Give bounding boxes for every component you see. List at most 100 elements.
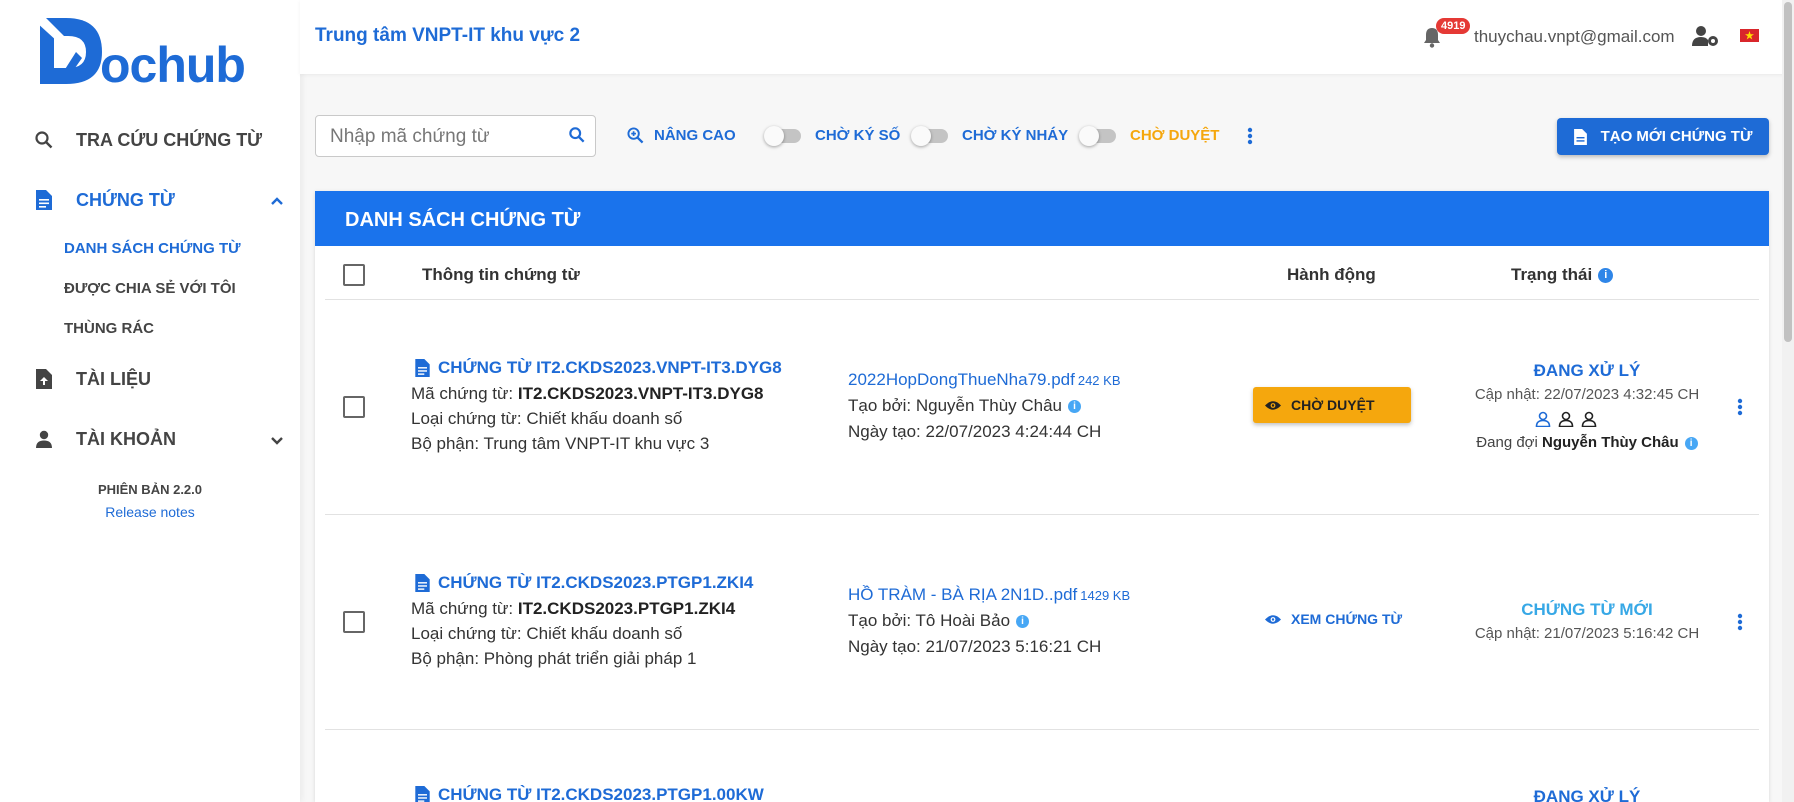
- document-code: Mã chứng từ: IT2.CKDS2023.VNPT-IT3.DYG8: [411, 384, 764, 404]
- column-header-info: Thông tin chứng từ: [422, 265, 580, 284]
- document-title: CHỨNG TỪ IT2.CKDS2023.VNPT-IT3.DYG8: [438, 358, 782, 377]
- document-title-link[interactable]: CHỨNG TỪ IT2.CKDS2023.PTGP1.ZKI4: [415, 573, 753, 593]
- document-type: Loại chứng từ: Chiết khấu doanh số: [411, 409, 683, 428]
- sidebar-subitem-thung-rac[interactable]: THÙNG RÁC: [64, 320, 154, 337]
- file-size: 1429 KB: [1080, 588, 1131, 603]
- created-by-text: Tạo bởi: Nguyễn Thùy Châu: [848, 396, 1063, 415]
- document-list-panel: DANH SÁCH CHỨNG TỪ Thông tin chứng từ Hà…: [315, 191, 1769, 802]
- updated-time: Cập nhật: 22/07/2023 4:32:45 CH: [1474, 386, 1700, 403]
- advanced-search-button[interactable]: NÂNG CAO: [627, 127, 736, 144]
- waiting-prefix: Đang đợi: [1476, 434, 1543, 451]
- search-input[interactable]: [330, 126, 550, 148]
- created-at: Ngày tạo: 22/07/2023 4:24:44 CH: [848, 422, 1102, 441]
- file-link[interactable]: 2022HopDongThueNha79.pdf 242 KB: [848, 370, 1121, 390]
- toggle-switch[interactable]: [1079, 125, 1116, 146]
- create-document-button[interactable]: TẠO MỚI CHỨNG TỪ: [1557, 118, 1769, 155]
- logo-text: ochub: [100, 37, 246, 93]
- waiting-for: Đang đợi Nguyễn Thùy Châu i: [1457, 434, 1717, 451]
- status-badge: CHỨNG TỪ MỚI: [1521, 600, 1653, 619]
- row-checkbox[interactable]: [343, 611, 365, 633]
- select-all-checkbox[interactable]: [343, 264, 365, 286]
- sidebar-item-tra-cuu[interactable]: TRA CỨU CHỨNG TỪ: [34, 125, 284, 155]
- document-department: Bộ phận: Trung tâm VNPT-IT khu vực 3: [411, 434, 710, 453]
- sidebar-subitem-chia-se[interactable]: ĐƯỢC CHIA SẺ VỚI TÔI: [64, 280, 236, 297]
- app-logo[interactable]: ochub: [36, 14, 246, 93]
- eye-icon: [1265, 400, 1281, 410]
- version-label: PHIÊN BẢN 2.2.0: [97, 482, 203, 497]
- file-name: 2022HopDongThueNha79.pdf: [848, 370, 1075, 389]
- waiting-name: Nguyễn Thùy Châu: [1542, 434, 1679, 451]
- divider: [325, 299, 1759, 300]
- scrollbar-thumb[interactable]: [1784, 2, 1792, 342]
- panel-title: DANH SÁCH CHỨNG TỪ: [315, 191, 1769, 246]
- column-header-status-label: Trạng thái: [1511, 265, 1593, 284]
- document-code-value: IT2.CKDS2023.PTGP1.ZKI4: [517, 599, 736, 618]
- notification-badge: 4919: [1436, 18, 1471, 34]
- info-icon[interactable]: i: [1068, 400, 1082, 414]
- sidebar-item-label: TRA CỨU CHỨNG TỪ: [76, 129, 263, 150]
- sidebar-item-tai-lieu[interactable]: TÀI LIỆU: [34, 364, 284, 394]
- row-checkbox[interactable]: [343, 396, 365, 418]
- row-menu-icon[interactable]: [1737, 398, 1743, 421]
- document-title-link[interactable]: CHỨNG TỪ IT2.CKDS2023.PTGP1.00KW: [415, 785, 764, 802]
- chevron-down-icon[interactable]: [270, 431, 284, 452]
- create-document-label: TẠO MỚI CHỨNG TỪ: [1600, 128, 1753, 145]
- user-outline-icon[interactable]: [1558, 411, 1574, 427]
- toggle-label: CHỜ DUYỆT: [1130, 127, 1220, 144]
- sidebar-item-tai-khoan[interactable]: TÀI KHOẢN: [34, 424, 284, 454]
- view-document-button[interactable]: XEM CHỨNG TỪ: [1265, 611, 1402, 627]
- updated-time: Cập nhật: 21/07/2023 5:16:42 CH: [1474, 625, 1700, 642]
- sidebar-item-label: CHỨNG TỪ: [76, 189, 175, 210]
- info-icon[interactable]: i: [1598, 267, 1614, 283]
- pending-approval-label: CHỜ DUYỆT: [1291, 397, 1375, 413]
- document-title: CHỨNG TỪ IT2.CKDS2023.PTGP1.00KW: [438, 785, 764, 802]
- release-notes-link[interactable]: Release notes: [0, 504, 300, 520]
- toggle-cho-duyet[interactable]: CHỜ DUYỆT: [1079, 125, 1220, 146]
- document-code-label: Mã chứng từ:: [411, 384, 518, 403]
- divider: [325, 514, 1759, 515]
- row-menu-icon[interactable]: [1737, 613, 1743, 636]
- zoom-in-icon: [627, 127, 644, 144]
- user-outline-icon-active[interactable]: [1535, 411, 1551, 427]
- sidebar-subitem-danh-sach[interactable]: DANH SÁCH CHỨNG TỪ: [64, 240, 241, 257]
- file-name: HỒ TRÀM - BÀ RỊA 2N1D..pdf: [848, 585, 1078, 604]
- page-title: Trung tâm VNPT-IT khu vực 2: [315, 25, 581, 46]
- toggle-label: CHỜ KÝ NHÁY: [962, 127, 1069, 144]
- column-header-action: Hành động: [1287, 265, 1376, 284]
- toggle-label: CHỜ KÝ SỐ: [815, 127, 901, 144]
- user-email: thuychau.vnpt@gmail.com: [1474, 27, 1675, 46]
- toggle-cho-ky-so[interactable]: CHỜ KÝ SỐ: [764, 125, 901, 146]
- chevron-up-icon[interactable]: [270, 192, 284, 213]
- signer-list: [1535, 411, 1597, 427]
- page-scrollbar[interactable]: [1782, 0, 1794, 802]
- pending-approval-button[interactable]: CHỜ DUYỆT: [1253, 387, 1411, 423]
- advanced-search-label: NÂNG CAO: [654, 127, 736, 144]
- search-icon[interactable]: [569, 127, 585, 148]
- toggle-switch[interactable]: [764, 125, 801, 146]
- document-title: CHỨNG TỪ IT2.CKDS2023.PTGP1.ZKI4: [438, 573, 754, 592]
- file-link[interactable]: HỒ TRÀM - BÀ RỊA 2N1D..pdf 1429 KB: [848, 585, 1130, 605]
- user-outline-icon[interactable]: [1581, 411, 1597, 427]
- info-icon[interactable]: i: [1684, 436, 1698, 450]
- document-code-value: IT2.CKDS2023.VNPT-IT3.DYG8: [517, 384, 764, 403]
- document-type: Loại chứng từ: Chiết khấu doanh số: [411, 624, 683, 643]
- sidebar-item-label: TÀI KHOẢN: [76, 428, 176, 449]
- vietnam-flag-icon[interactable]: [1740, 29, 1759, 42]
- view-document-label: XEM CHỨNG TỪ: [1291, 611, 1403, 627]
- document-code: Mã chứng từ: IT2.CKDS2023.PTGP1.ZKI4: [411, 599, 735, 619]
- document-title-link[interactable]: CHỨNG TỪ IT2.CKDS2023.VNPT-IT3.DYG8: [415, 358, 782, 378]
- sidebar: ochub TRA CỨU CHỨNG TỪ CHỨNG TỪ DANH SÁC…: [0, 0, 300, 802]
- toggle-cho-ky-nhay[interactable]: CHỜ KÝ NHÁY: [911, 125, 1069, 146]
- search-box: [315, 115, 596, 157]
- created-by: Tạo bởi: Tô Hoài Bảo i: [848, 611, 1030, 631]
- created-at: Ngày tạo: 21/07/2023 5:16:21 CH: [848, 637, 1102, 656]
- status-badge: ĐANG XỬ LÝ: [1533, 787, 1641, 802]
- created-by-text: Tạo bởi: Tô Hoài Bảo: [848, 611, 1011, 630]
- pdf-document-icon: [34, 190, 54, 210]
- toggle-switch[interactable]: [911, 125, 948, 146]
- info-icon[interactable]: i: [1016, 615, 1030, 629]
- pdf-document-icon: [415, 359, 430, 377]
- more-options-icon[interactable]: [1247, 127, 1253, 150]
- user-settings-icon[interactable]: [1692, 24, 1720, 53]
- sidebar-item-chung-tu[interactable]: CHỨNG TỪ: [34, 185, 284, 215]
